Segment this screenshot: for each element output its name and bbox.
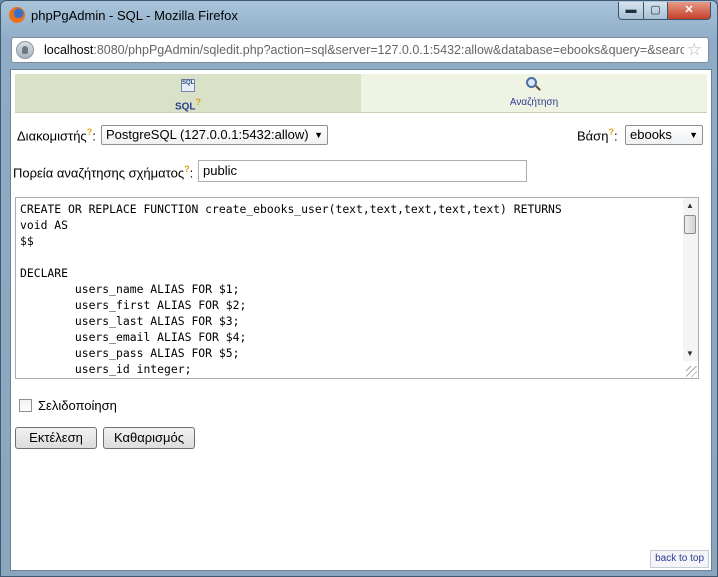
browser-window: phpPgAdmin - SQL - Mozilla Firefox ▬ ▢ ✕…	[0, 0, 718, 577]
window-title: phpPgAdmin - SQL - Mozilla Firefox	[31, 8, 238, 23]
database-select-value: ebooks	[630, 127, 672, 142]
server-help-link[interactable]: ?	[87, 127, 93, 137]
chevron-down-icon: ▼	[314, 130, 323, 140]
scroll-up-icon[interactable]: ▲	[686, 201, 694, 210]
page-content: SQL SQL? Αναζήτηση Διακομιστής?: Postgre…	[10, 69, 712, 571]
server-select[interactable]: PostgreSQL (127.0.0.1:5432:allow) ▼	[101, 125, 328, 145]
database-select[interactable]: ebooks ▼	[625, 125, 703, 145]
tab-search-label: Αναζήτηση	[509, 97, 559, 108]
minimize-button[interactable]: ▬	[618, 2, 644, 20]
server-label-row: Διακομιστής?:	[17, 127, 96, 144]
back-to-top-link[interactable]: back to top	[650, 550, 709, 568]
tab-sql[interactable]: SQL SQL?	[15, 74, 361, 112]
database-label: Βάση	[577, 128, 609, 144]
maximize-button[interactable]: ▢	[643, 2, 668, 20]
reset-button[interactable]: Καθαρισμός	[103, 427, 195, 449]
bookmark-star-icon[interactable]: ☆	[687, 40, 702, 60]
title-bar: phpPgAdmin - SQL - Mozilla Firefox ▬ ▢ ✕	[1, 1, 717, 31]
scroll-thumb[interactable]	[684, 215, 696, 234]
sql-textarea[interactable]: CREATE OR REPLACE FUNCTION create_ebooks…	[15, 197, 699, 379]
url-host: localhost	[44, 43, 94, 57]
database-help-link[interactable]: ?	[608, 127, 614, 137]
sql-query-text[interactable]: CREATE OR REPLACE FUNCTION create_ebooks…	[20, 201, 562, 377]
server-label: Διακομιστής	[17, 128, 87, 144]
search-icon	[526, 77, 537, 88]
firefox-logo-icon	[9, 7, 25, 23]
sql-help-link[interactable]: ?	[196, 97, 202, 107]
server-select-value: PostgreSQL (127.0.0.1:5432:allow)	[106, 127, 309, 142]
url-path: :8080/phpPgAdmin/sqledit.php?action=sql&…	[93, 43, 684, 57]
schema-help-link[interactable]: ?	[184, 164, 190, 174]
vertical-scrollbar[interactable]: ▲ ▼	[683, 198, 698, 361]
address-bar[interactable]: localhost:8080/phpPgAdmin/sqledit.php?ac…	[11, 37, 709, 63]
database-label-row: Βάση?:	[577, 127, 618, 144]
tab-sql-label: SQL	[174, 101, 196, 113]
sql-icon: SQL	[181, 79, 195, 92]
schema-label: Πορεία αναζήτησης σχήματος	[13, 165, 185, 181]
close-button[interactable]: ✕	[667, 2, 711, 20]
scroll-down-icon[interactable]: ▼	[686, 349, 694, 358]
url-text[interactable]: localhost:8080/phpPgAdmin/sqledit.php?ac…	[44, 43, 684, 57]
tab-bar: SQL SQL? Αναζήτηση	[15, 74, 707, 113]
schema-input[interactable]: public	[198, 160, 527, 182]
execute-button[interactable]: Εκτέλεση	[15, 427, 97, 449]
tab-search[interactable]: Αναζήτηση	[361, 74, 707, 112]
schema-label-row: Πορεία αναζήτησης σχήματος?:	[13, 164, 194, 181]
resize-grip-icon[interactable]	[686, 366, 697, 377]
site-identity-icon[interactable]	[16, 41, 34, 59]
paginate-checkbox[interactable]	[19, 399, 32, 412]
paginate-label: Σελιδοποίηση	[38, 398, 117, 413]
chevron-down-icon: ▼	[689, 130, 698, 140]
